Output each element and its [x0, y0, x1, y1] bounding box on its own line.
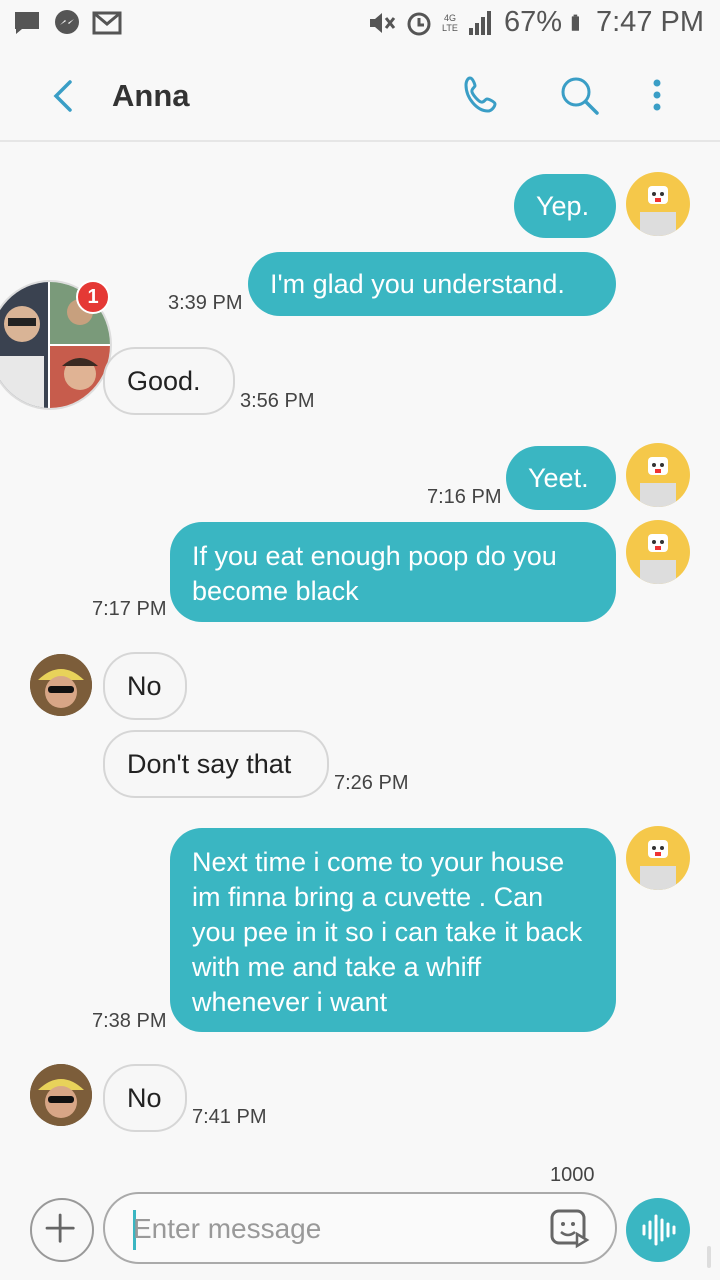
voice-record-button[interactable]	[626, 1198, 690, 1262]
contact-avatar[interactable]	[30, 654, 92, 716]
mute-icon	[369, 12, 396, 33]
sticker-icon[interactable]	[549, 1208, 591, 1250]
contact-avatar[interactable]	[30, 1064, 92, 1126]
clock: 7:47 PM	[596, 6, 704, 38]
message-timestamp: 7:38 PM	[92, 1010, 167, 1032]
message-text: Don't say that	[127, 748, 292, 779]
message-text: Yep.	[536, 190, 590, 221]
message-text: Next time i come to your house im finna …	[192, 847, 583, 1017]
contact-name[interactable]: Anna	[112, 78, 190, 114]
message-bubble-incoming[interactable]: No	[103, 652, 187, 720]
alarm-icon	[407, 12, 431, 35]
messenger-icon	[55, 10, 79, 34]
battery-percent: 67%	[503, 6, 562, 38]
message-text: Yeet.	[528, 462, 589, 493]
message-text: I'm glad you understand.	[270, 268, 565, 299]
message-timestamp: 3:39 PM	[168, 292, 243, 314]
message-timestamp: 7:17 PM	[92, 598, 167, 620]
message-timestamp: 7:16 PM	[427, 486, 502, 508]
signal-icon	[468, 10, 491, 35]
my-avatar	[626, 172, 690, 236]
message-input-container[interactable]	[103, 1192, 617, 1264]
status-bar: 4G LTE 67% 7:47 PM	[0, 0, 720, 50]
attach-button[interactable]	[30, 1198, 94, 1262]
character-counter: 1000	[550, 1164, 595, 1186]
network-indicator: 4G LTE	[442, 12, 458, 33]
search-icon[interactable]	[556, 72, 602, 118]
message-bubble-incoming[interactable]: No	[103, 1064, 187, 1132]
my-avatar	[626, 826, 690, 890]
phone-icon[interactable]	[460, 72, 506, 118]
message-bubble-outgoing[interactable]: Yeet.	[506, 446, 616, 510]
my-avatar	[626, 520, 690, 584]
battery-icon	[571, 14, 579, 31]
message-bubble-outgoing[interactable]: Next time i come to your house im finna …	[170, 828, 616, 1032]
message-text: No	[127, 1082, 162, 1113]
message-text: Good.	[127, 365, 201, 396]
message-input[interactable]	[133, 1208, 533, 1250]
messages-icon	[15, 12, 39, 34]
voice-icon	[642, 1214, 676, 1246]
message-text: If you eat enough poop do you become bla…	[192, 541, 557, 606]
message-bubble-incoming[interactable]: Don't say that	[103, 730, 329, 798]
message-bubble-outgoing[interactable]: Yep.	[514, 174, 616, 238]
my-avatar	[626, 443, 690, 507]
message-timestamp: 7:26 PM	[334, 772, 409, 794]
message-text: No	[127, 670, 162, 701]
message-bubble-outgoing[interactable]: I'm glad you understand.	[248, 252, 616, 316]
unread-badge: 1	[76, 280, 110, 314]
scrollbar[interactable]	[707, 1246, 711, 1268]
conversation-header: Anna	[0, 50, 720, 142]
gmail-icon	[92, 11, 122, 35]
message-timestamp: 3:56 PM	[240, 390, 315, 412]
message-bubble-incoming[interactable]: Good.	[103, 347, 235, 415]
message-bubble-outgoing[interactable]: If you eat enough poop do you become bla…	[170, 522, 616, 622]
more-icon[interactable]	[634, 72, 680, 118]
plus-icon	[45, 1213, 75, 1243]
back-icon[interactable]	[44, 76, 84, 116]
message-timestamp: 7:41 PM	[192, 1106, 267, 1128]
